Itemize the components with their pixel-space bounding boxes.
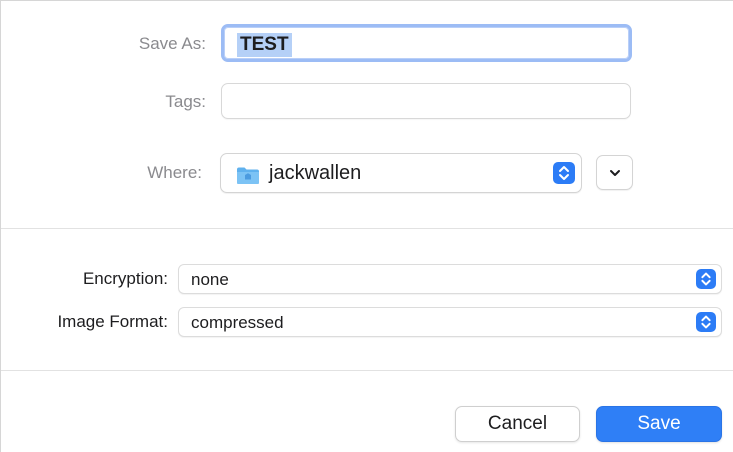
image-format-popup[interactable]: compressed [178, 307, 722, 337]
image-format-value: compressed [191, 313, 284, 332]
where-stepper-icon [553, 162, 575, 184]
where-popup[interactable]: jackwallen [220, 153, 582, 193]
image-format-label: Image Format: [57, 312, 168, 331]
save-button[interactable]: Save [596, 406, 722, 442]
encryption-popup[interactable]: none [178, 264, 722, 294]
save-as-label: Save As: [138, 34, 206, 53]
save-dialog: Save As: TEST Tags: Where: jackwallen En… [0, 0, 733, 452]
encryption-stepper-icon [696, 269, 716, 289]
tags-input[interactable] [221, 83, 631, 119]
encryption-value: none [191, 270, 229, 289]
where-value: jackwallen [269, 162, 362, 184]
tags-label: Tags: [165, 92, 206, 111]
chevron-down-icon [610, 170, 620, 176]
image-format-stepper-icon [696, 312, 716, 332]
save-as-value: TEST [237, 33, 292, 57]
encryption-label: Encryption: [82, 269, 168, 288]
expand-button[interactable] [596, 155, 633, 190]
where-label: Where: [147, 163, 202, 182]
folder-icon [236, 166, 260, 185]
cancel-button[interactable]: Cancel [455, 406, 580, 442]
divider [1, 228, 733, 229]
divider [1, 370, 733, 371]
save-as-input[interactable]: TEST [221, 24, 632, 62]
